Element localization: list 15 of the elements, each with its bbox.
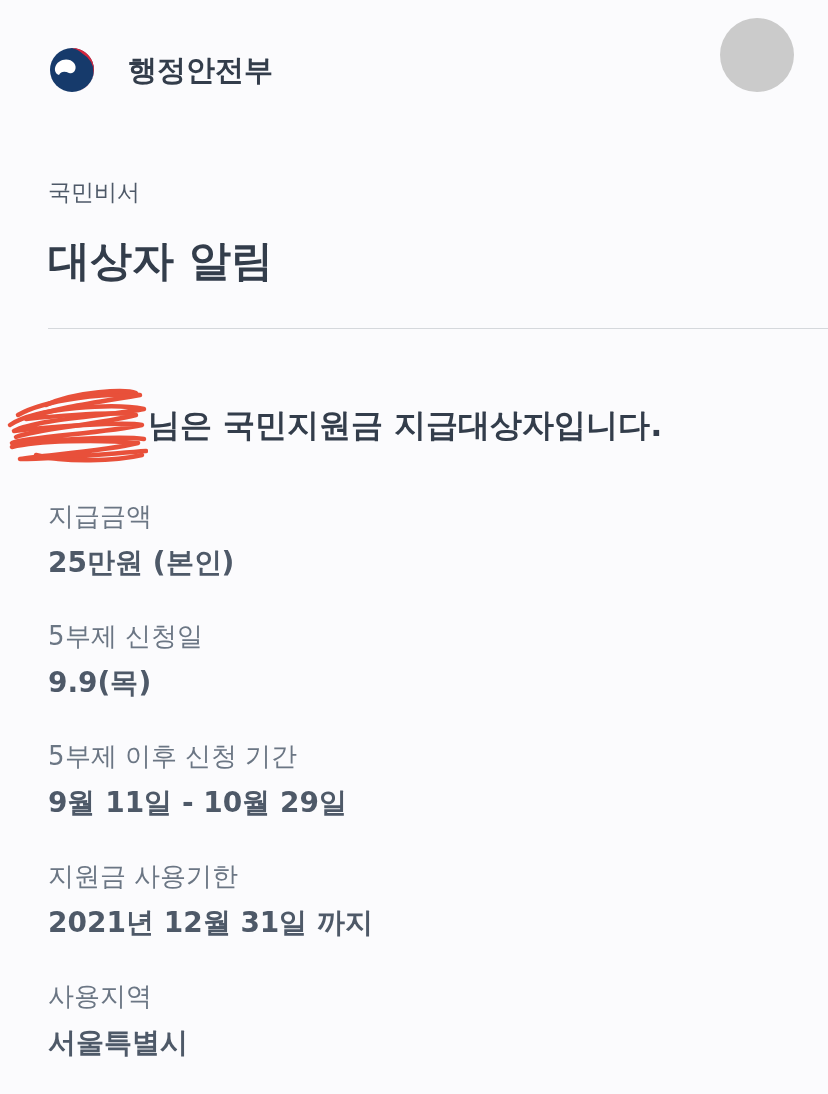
service-label: 국민비서	[48, 178, 140, 207]
detail-value: 9.9(목)	[48, 665, 152, 701]
detail-label: 5부제 이후 신청 기간	[48, 740, 298, 773]
taegeuk-logo-icon	[50, 48, 94, 92]
detail-value: 25만원 (본인)	[48, 545, 235, 581]
detail-label: 5부제 신청일	[48, 620, 203, 653]
detail-value: 서울특별시	[48, 1025, 188, 1061]
detail-label: 지급금액	[48, 500, 152, 533]
page-title: 대상자 알림	[48, 235, 273, 287]
detail-value: 2021년 12월 31일 까지	[48, 905, 374, 941]
detail-label: 사용지역	[48, 980, 152, 1013]
detail-label: 지원금 사용기한	[48, 860, 239, 893]
detail-value: 9월 11일 - 10월 29일	[48, 785, 347, 821]
eligibility-message: 님은 국민지원금 지급대상자입니다.	[148, 405, 663, 446]
organization-name: 행정안전부	[128, 52, 273, 88]
